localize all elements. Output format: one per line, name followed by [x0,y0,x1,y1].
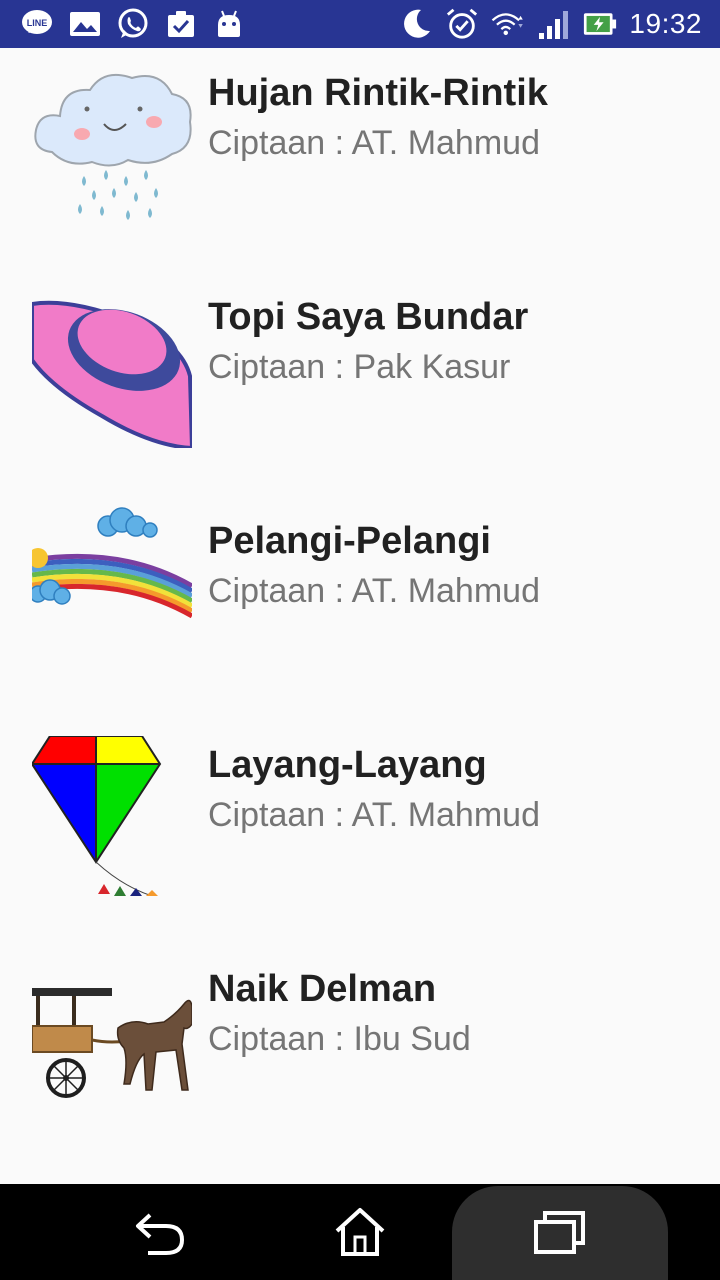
recents-button[interactable] [510,1184,610,1280]
clock-time: 19:32 [629,8,702,39]
alarm-icon [445,7,479,41]
horse-carriage-image [32,944,192,1104]
whatsapp-icon [116,7,150,41]
android-icon [212,7,246,41]
recents-icon [534,1211,585,1254]
svg-text:LINE: LINE [27,18,48,28]
round-hat-image [32,288,192,448]
song-creator: Ciptaan : AT. Mahmud [208,124,540,162]
list-item[interactable]: Topi Saya Bundar Ciptaan : Pak Kasur [0,272,720,496]
rain-cloud-image [32,64,192,224]
kite-image [32,736,192,896]
song-title: Naik Delman [208,968,437,1010]
song-creator: Ciptaan : Ibu Sud [208,1020,471,1058]
notification-icons: LINE [20,0,246,48]
navigation-bar [0,1184,720,1280]
home-button[interactable] [310,1184,410,1280]
list-item[interactable]: Naik Delman Ciptaan : Ibu Sud [0,944,720,1168]
moon-icon [399,7,433,41]
back-button[interactable] [110,1184,210,1280]
song-creator: Ciptaan : Pak Kasur [208,348,511,386]
list-item[interactable]: Layang-Layang Ciptaan : AT. Mahmud [0,720,720,944]
system-icons: 19:32 [399,0,702,48]
song-title: Topi Saya Bundar [208,296,529,338]
gallery-icon [68,7,102,41]
clipboard-check-icon [164,7,198,41]
song-list[interactable]: Hujan Rintik-Rintik Ciptaan : AT. Mahmud… [0,48,720,1184]
signal-icon [537,7,571,41]
song-title: Pelangi-Pelangi [208,520,491,562]
status-bar: LINE 19:32 [0,0,720,48]
line-icon: LINE [20,7,54,41]
song-title: Layang-Layang [208,744,487,786]
list-item[interactable]: Pelangi-Pelangi Ciptaan : AT. Mahmud [0,496,720,720]
song-creator: Ciptaan : AT. Mahmud [208,796,540,834]
rainbow-image [32,496,192,656]
back-icon [136,1213,185,1255]
song-creator: Ciptaan : AT. Mahmud [208,572,540,610]
home-icon [335,1208,385,1256]
list-item[interactable]: Hujan Rintik-Rintik Ciptaan : AT. Mahmud [0,48,720,272]
wifi-icon [491,7,525,41]
song-title: Hujan Rintik-Rintik [208,72,548,114]
battery-charging-icon [583,7,617,41]
